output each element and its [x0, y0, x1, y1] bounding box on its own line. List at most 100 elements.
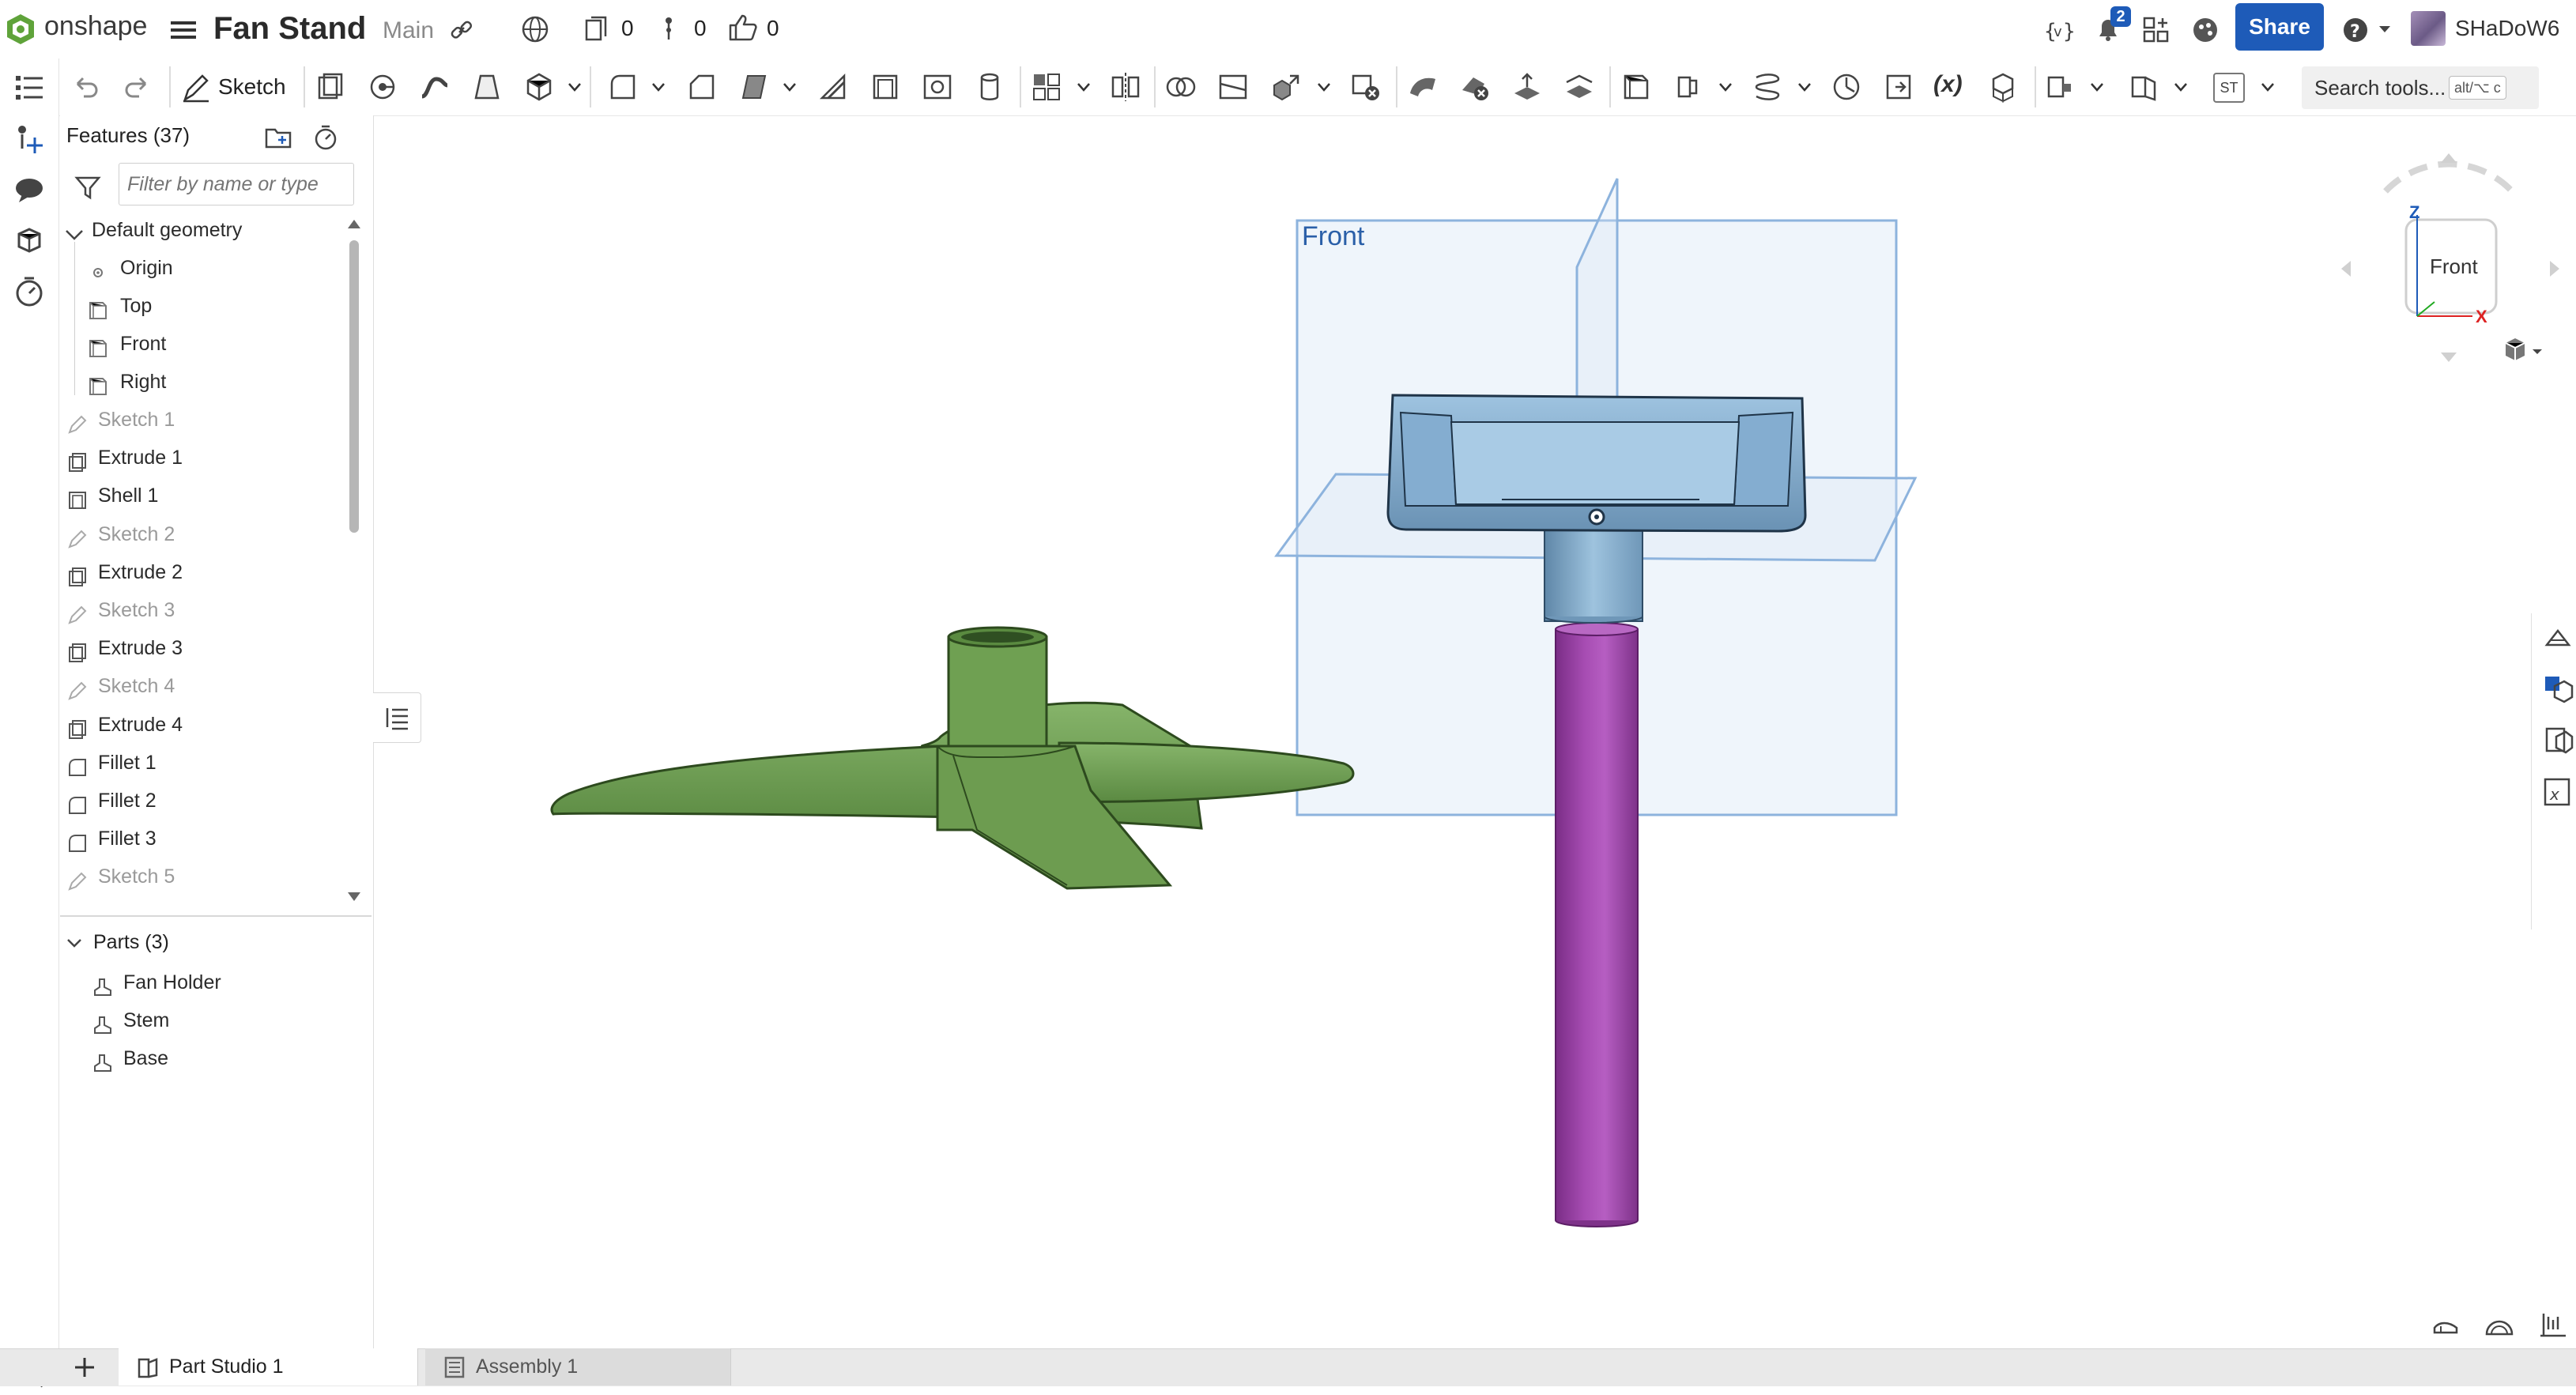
delete-part-icon[interactable]	[1348, 70, 1383, 104]
feature-item[interactable]: Sketch 5	[60, 857, 345, 896]
chevron-down-icon[interactable]	[2172, 79, 2189, 95]
parts-header[interactable]: Parts (3)	[60, 923, 360, 963]
replace-face-icon[interactable]	[1562, 70, 1597, 104]
rib-icon[interactable]	[816, 70, 850, 104]
fillet-icon[interactable]	[605, 70, 640, 104]
default-geometry-folder[interactable]: Default geometry	[60, 210, 345, 250]
revolve-icon[interactable]	[365, 70, 400, 104]
variables-panel-icon[interactable]: x	[2540, 775, 2575, 809]
help-icon[interactable]: ?	[2341, 16, 2370, 44]
part-item-stem[interactable]: Stem	[60, 1001, 345, 1040]
sweep-icon[interactable]	[417, 70, 452, 104]
feature-item[interactable]: Extrude 3	[60, 628, 345, 668]
variable-button[interactable]: (x)	[1933, 71, 1963, 98]
filter-icon[interactable]	[74, 174, 101, 201]
feature-item[interactable]: Extrude 1	[60, 438, 345, 477]
add-tab-button[interactable]	[63, 1352, 106, 1383]
helix-icon[interactable]	[1750, 70, 1785, 104]
history-timer-icon[interactable]	[11, 273, 47, 310]
sheet-metal-icon[interactable]	[2126, 70, 2161, 104]
mirror-icon[interactable]	[1108, 70, 1143, 104]
view-options-cube-icon[interactable]	[2501, 335, 2545, 367]
stem-part[interactable]	[1555, 622, 1639, 1227]
feature-item[interactable]: Sketch 3	[60, 590, 345, 630]
tab-part-studio[interactable]: Part Studio 1	[119, 1348, 418, 1386]
geometry-item-right[interactable]: Right	[60, 362, 345, 402]
share-button[interactable]: Share	[2235, 3, 2324, 51]
chevron-down-icon[interactable]	[1075, 79, 1092, 95]
feature-item[interactable]: Extrude 4	[60, 705, 345, 745]
feature-item[interactable]: Fillet 1	[60, 743, 345, 782]
feature-item[interactable]: Extrude 2	[60, 552, 345, 592]
avatar[interactable]	[2411, 11, 2446, 46]
hole-icon[interactable]	[920, 70, 955, 104]
feature-item[interactable]: Shell 1	[60, 476, 345, 515]
feature-item[interactable]: Fillet 3	[60, 819, 345, 858]
chevron-down-icon[interactable]	[2259, 79, 2276, 95]
app-store-icon[interactable]	[2142, 16, 2171, 44]
feature-item[interactable]: Sketch 2	[60, 515, 345, 554]
chevron-down-icon[interactable]	[650, 79, 667, 95]
base-part[interactable]	[550, 626, 1355, 890]
filter-input[interactable]	[119, 163, 354, 205]
st-badge[interactable]: ST	[2213, 73, 2245, 103]
comments-icon[interactable]	[11, 172, 47, 209]
branches-icon[interactable]	[659, 14, 678, 43]
bom-panel-icon[interactable]	[2540, 722, 2575, 757]
draft-icon[interactable]	[737, 70, 771, 104]
loft-icon[interactable]	[470, 70, 504, 104]
custom-feature-icon[interactable]	[2042, 70, 2077, 104]
measure-icon[interactable]	[1829, 70, 1864, 104]
split-icon[interactable]	[1216, 70, 1250, 104]
boolean-icon[interactable]	[1164, 70, 1198, 104]
parts-cube-icon[interactable]	[11, 223, 47, 259]
search-tools-field[interactable]: Search tools... alt/⌥ c	[2302, 66, 2539, 109]
add-instance-icon[interactable]	[11, 122, 47, 158]
feature-list-icon[interactable]	[11, 70, 47, 106]
feature-item[interactable]: Fillet 2	[60, 781, 345, 820]
brand-name[interactable]: onshape	[44, 11, 147, 42]
appearance-panel-icon[interactable]	[2540, 621, 2575, 656]
part-item-fan-holder[interactable]: Fan Holder	[60, 963, 345, 1002]
section-view-icon[interactable]	[2430, 1310, 2461, 1339]
measure-tool-icon[interactable]	[2537, 1309, 2569, 1339]
delete-face-icon[interactable]	[1458, 70, 1492, 104]
feature-item[interactable]: Sketch 1	[60, 400, 345, 439]
chevron-down-icon[interactable]	[566, 79, 583, 95]
derived-icon[interactable]	[1881, 70, 1916, 104]
geometry-item-top[interactable]: Top	[60, 286, 345, 326]
extrude-icon[interactable]	[313, 70, 348, 104]
parts-panel-icon[interactable]	[2540, 672, 2575, 707]
chevron-down-icon[interactable]	[2088, 79, 2106, 95]
link-icon[interactable]	[449, 17, 474, 43]
learning-center-icon[interactable]	[2191, 16, 2220, 44]
add-folder-icon[interactable]	[264, 123, 292, 150]
like-thumb-icon[interactable]	[727, 13, 759, 43]
versions-icon[interactable]	[583, 14, 610, 43]
mate-connector-icon[interactable]	[1671, 70, 1706, 104]
feature-item[interactable]: Sketch 4	[60, 666, 345, 706]
undo-icon[interactable]	[68, 70, 103, 104]
help-chevron-down-icon[interactable]	[2378, 24, 2392, 35]
cylinder-icon[interactable]	[972, 70, 1007, 104]
geometry-item-front[interactable]: Front	[60, 324, 345, 364]
transform-icon[interactable]	[1268, 70, 1303, 104]
document-title[interactable]: Fan Stand	[213, 11, 366, 47]
chevron-down-icon[interactable]	[1796, 79, 1813, 95]
modify-fillet-icon[interactable]	[1405, 70, 1440, 104]
scrollbar-up-arrow-icon[interactable]	[346, 217, 362, 231]
configure-icon[interactable]	[1986, 70, 2020, 104]
plane-icon[interactable]	[1619, 70, 1654, 104]
render-mode-icon[interactable]	[2484, 1310, 2515, 1339]
rollback-timer-icon[interactable]	[311, 123, 340, 152]
tab-assembly[interactable]: Assembly 1	[425, 1348, 731, 1386]
part-item-base[interactable]: Base	[60, 1039, 345, 1078]
chevron-down-icon[interactable]	[781, 79, 798, 95]
public-globe-icon[interactable]	[520, 14, 550, 44]
geometry-item-origin[interactable]: Origin	[60, 248, 345, 288]
thicken-icon[interactable]	[522, 70, 556, 104]
chevron-down-icon[interactable]	[1315, 79, 1333, 95]
shell-icon[interactable]	[868, 70, 903, 104]
sketch-button[interactable]: Sketch	[180, 70, 291, 104]
username[interactable]: SHaDoW6	[2455, 16, 2559, 41]
